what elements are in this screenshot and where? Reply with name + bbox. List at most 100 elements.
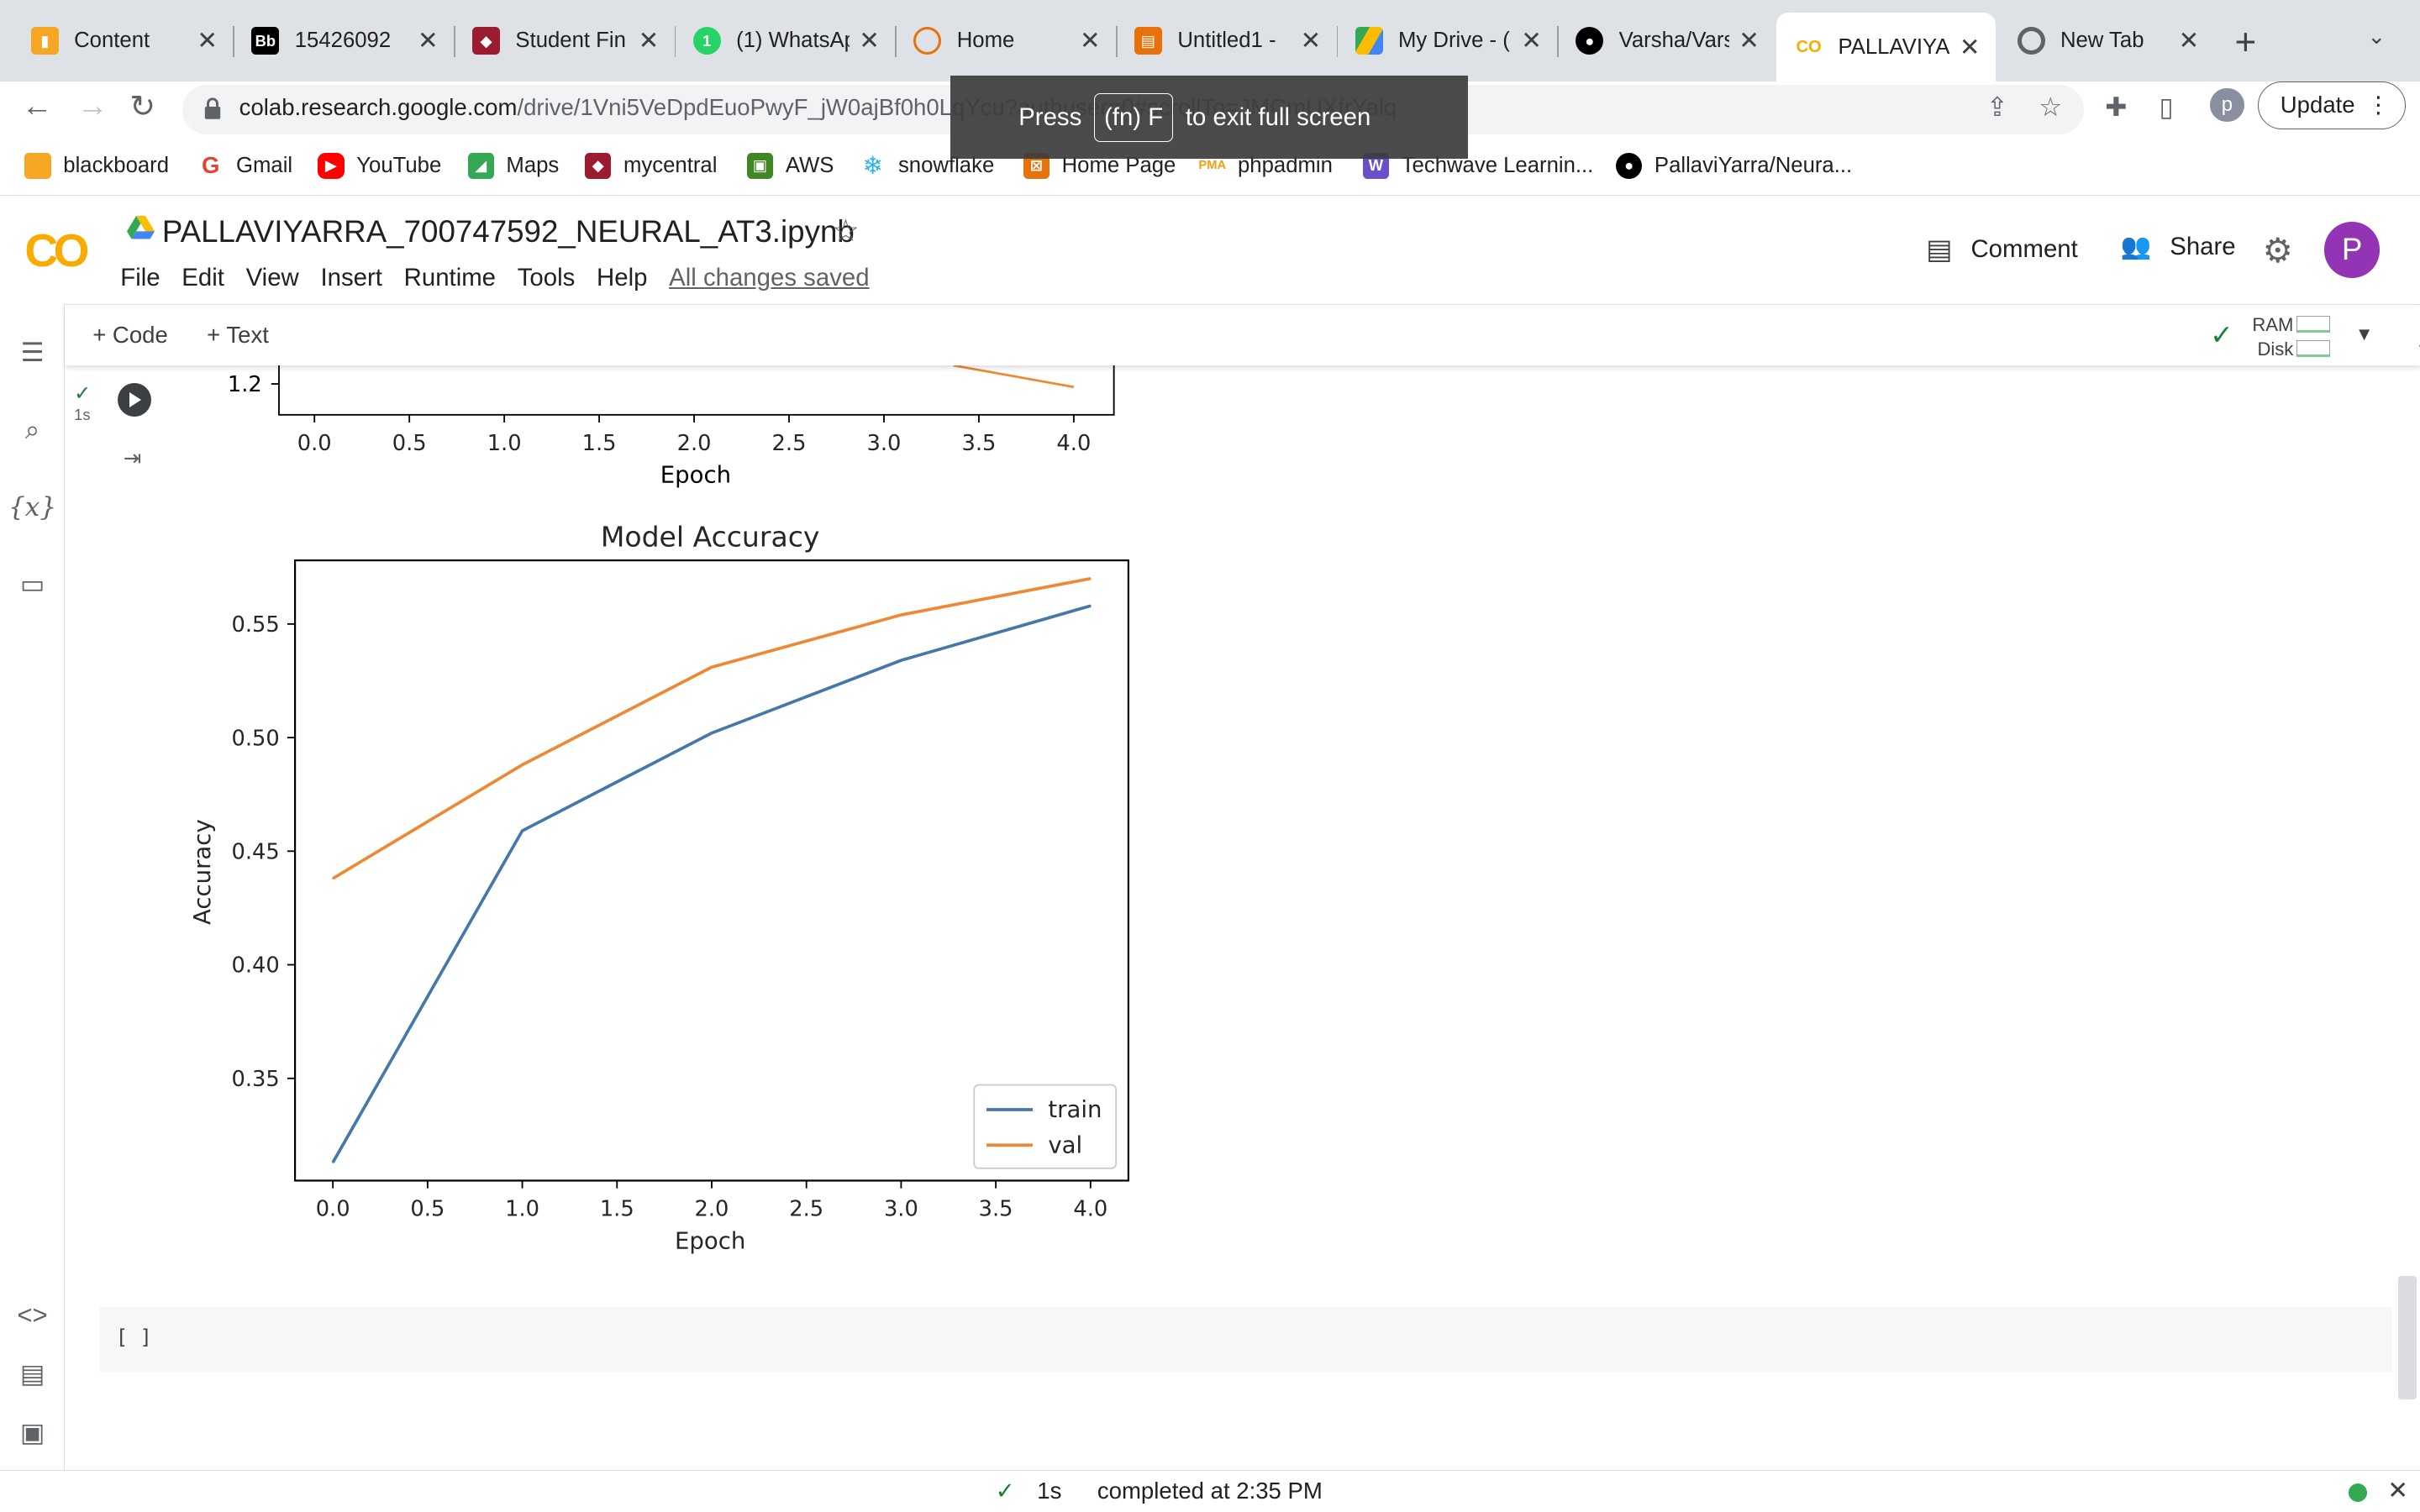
status-message: completed at 2:35 PM	[1097, 1477, 1323, 1504]
bookmark-github[interactable]: ● PallaviYarra/Neura...	[1616, 152, 1852, 180]
notebook-main: ✓ 1s ⇥ 1.2 0.0 0.5 1.0 1.5 2.0 2.5 3.0 3.5 4.0 E…	[66, 365, 2420, 1471]
data-point-val	[710, 665, 713, 668]
close-icon[interactable]: ✕	[1960, 33, 1981, 62]
redhawk-icon: ◆	[585, 152, 612, 180]
update-button[interactable]: Update ⋮	[2258, 81, 2407, 130]
bookmark-mycentral[interactable]: ◆ mycentral	[585, 152, 718, 180]
share-page-icon[interactable]: ⇪	[1986, 92, 2008, 123]
avatar[interactable]: P	[2324, 222, 2381, 278]
profile-avatar[interactable]: p	[2210, 87, 2244, 123]
tab-title: 15426092	[294, 29, 392, 53]
google-drive-icon[interactable]	[126, 216, 155, 240]
cell-exec-time: 1s	[74, 405, 91, 423]
series-line-val	[331, 576, 1091, 879]
close-icon[interactable]: ✕	[1301, 26, 1322, 55]
browser-tab[interactable]: 1 (1) WhatsAp ✕	[675, 13, 897, 70]
chevron-down-icon[interactable]: ⌄	[2367, 24, 2386, 50]
close-icon[interactable]: ✕	[2179, 26, 2200, 55]
bookmark-star-icon[interactable]: ☆	[2039, 92, 2062, 123]
browser-tab[interactable]: My Drive - ( ✕	[1337, 13, 1560, 70]
close-icon[interactable]: ✕	[1080, 26, 1101, 55]
jupyter-icon	[913, 27, 942, 55]
y-tick-label: 0.55	[231, 612, 279, 638]
extensions-icon[interactable]: ✚	[2105, 92, 2127, 123]
forward-icon[interactable]: →	[77, 88, 108, 123]
menu-file[interactable]: File	[120, 264, 160, 292]
folder-icon[interactable]: ▭	[0, 570, 65, 600]
menu-view[interactable]: View	[246, 264, 299, 292]
github-icon: ●	[1576, 27, 1604, 55]
share-button[interactable]: 👥 Share	[2121, 233, 2236, 261]
bookmark-blackboard[interactable]: blackboard	[24, 152, 169, 180]
menu-help[interactable]: Help	[597, 264, 647, 292]
bookmark-label: Gmail	[236, 153, 293, 177]
bookmark-label: mycentral	[623, 153, 718, 177]
browser-tab[interactable]: ▮ Content ✕	[13, 13, 235, 70]
close-icon[interactable]: ✕	[1521, 26, 1542, 55]
reload-icon[interactable]: ↻	[129, 88, 155, 124]
new-tab-icon[interactable]: +	[2235, 22, 2257, 64]
data-point-val	[1089, 577, 1092, 580]
variables-icon[interactable]: {x}	[0, 492, 65, 522]
browser-tab[interactable]: New Tab ✕	[1999, 13, 2215, 70]
search-icon[interactable]: ⌕	[0, 415, 65, 446]
close-icon[interactable]: ✕	[2387, 1476, 2408, 1505]
code-snippets-icon[interactable]: <>	[0, 1300, 65, 1331]
bookmark-maps[interactable]: ◢ Maps	[467, 152, 559, 180]
data-point-train	[900, 659, 902, 661]
browser-tab-active[interactable]: CO PALLAVIYAF ✕	[1776, 12, 1996, 82]
bookmark-youtube[interactable]: ▶ YouTube	[318, 152, 441, 180]
browser-tab[interactable]: ▤ Untitled1 - ✕	[1116, 13, 1339, 70]
update-label: Update	[2280, 92, 2355, 118]
star-icon[interactable]: ☆	[832, 213, 860, 249]
ram-bar	[2296, 315, 2331, 333]
browser-tab[interactable]: Home ✕	[895, 13, 1118, 70]
tab-title: My Drive - (	[1398, 29, 1510, 53]
close-icon[interactable]: ✕	[418, 26, 439, 55]
tab-title: Varsha/Vars	[1618, 29, 1730, 53]
tab-title: New Tab	[2060, 29, 2144, 53]
close-icon[interactable]: ✕	[859, 26, 880, 55]
bookmark-aws[interactable]: ▣ AWS	[746, 152, 834, 180]
data-point-val	[331, 877, 334, 879]
scrollbar-thumb[interactable]	[2398, 1275, 2417, 1399]
back-icon[interactable]: ←	[22, 88, 53, 123]
command-palette-icon[interactable]: ▤	[0, 1359, 65, 1389]
data-point-train	[1089, 604, 1092, 606]
side-panel-icon[interactable]: ▯	[2160, 92, 2174, 123]
caret-down-icon[interactable]: ▼	[2355, 323, 2374, 345]
menu-runtime[interactable]: Runtime	[404, 264, 496, 292]
bookmark-gmail[interactable]: G Gmail	[197, 152, 293, 179]
comment-button[interactable]: ▤ Comment	[1926, 233, 2078, 266]
menu-insert[interactable]: Insert	[320, 264, 381, 292]
table-of-contents-icon[interactable]: ☰	[0, 338, 65, 368]
menu-tools[interactable]: Tools	[518, 264, 576, 292]
check-icon: ✓	[74, 381, 92, 405]
close-icon[interactable]: ✕	[1739, 26, 1760, 55]
github-icon: ●	[1616, 152, 1643, 180]
add-code-button[interactable]: + Code	[92, 322, 168, 349]
browser-tab[interactable]: Bb 15426092 ✕	[233, 13, 455, 70]
x-axis-label: Epoch	[675, 1227, 745, 1254]
people-icon: 👥	[2120, 233, 2152, 261]
gear-icon[interactable]: ⚙	[2263, 230, 2293, 270]
y-axis-label: Accuracy	[189, 819, 216, 925]
url-host: colab.research.google.com	[239, 94, 518, 121]
terminal-icon[interactable]: ▣	[0, 1418, 65, 1448]
save-status[interactable]: All changes saved	[669, 264, 869, 292]
output-icon[interactable]: ⇥	[124, 446, 142, 471]
add-text-button[interactable]: + Text	[207, 322, 269, 349]
browser-tab[interactable]: ● Varsha/Vars ✕	[1557, 13, 1775, 70]
menu-edit[interactable]: Edit	[182, 264, 224, 292]
colab-logo[interactable]: CO	[24, 223, 89, 277]
google-drive-icon	[1355, 27, 1383, 55]
close-icon[interactable]: ✕	[639, 26, 660, 55]
run-cell-button[interactable]	[117, 382, 151, 417]
notebook-title[interactable]: PALLAVIYARRA_700747592_NEURAL_AT3.ipynb	[162, 214, 855, 249]
close-icon[interactable]: ✕	[197, 26, 218, 55]
x-tick-label: 2.5	[789, 1196, 823, 1221]
more-vert-icon: ⋮	[2366, 92, 2391, 118]
data-point-train	[521, 829, 523, 832]
empty-code-cell[interactable]: [ ]	[100, 1306, 2392, 1372]
browser-tab[interactable]: ◆ Student Fin ✕	[454, 13, 676, 70]
